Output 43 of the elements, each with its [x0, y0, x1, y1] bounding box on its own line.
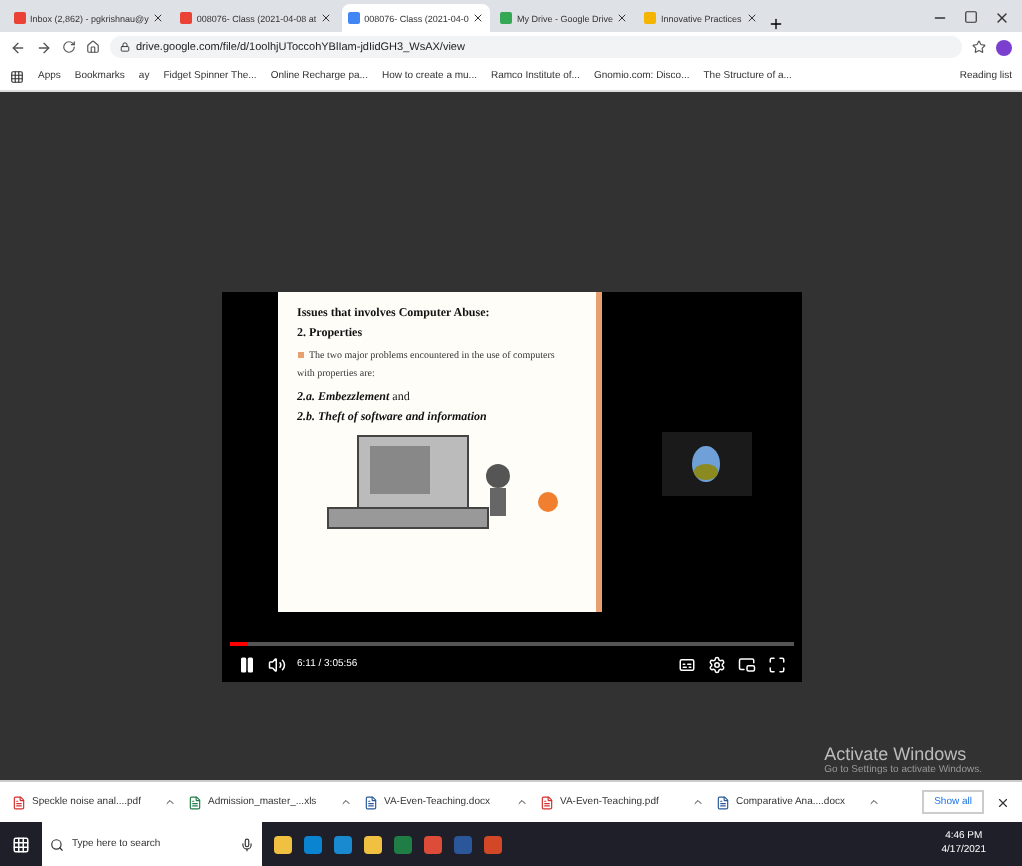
- file-icon: [188, 795, 202, 809]
- back-icon[interactable]: [10, 39, 26, 55]
- avatar-picture: [692, 446, 720, 482]
- profile-avatar[interactable]: [996, 39, 1012, 55]
- chevron-icon: [164, 796, 176, 808]
- chevron-icon: [340, 796, 352, 808]
- site-icon: [500, 12, 513, 24]
- chevron-icon: [868, 796, 880, 808]
- chevron-icon: [692, 796, 704, 808]
- forward-icon[interactable]: [36, 39, 52, 55]
- close-icon[interactable]: [616, 12, 629, 24]
- chevron-icon: [516, 796, 528, 808]
- file-icon: [540, 795, 554, 809]
- file-icon: [364, 795, 378, 809]
- search-icon: [50, 837, 64, 851]
- pause-icon[interactable]: [237, 655, 255, 673]
- close-icon[interactable]: [152, 12, 165, 24]
- mic-icon: [240, 837, 254, 851]
- star-icon[interactable]: [972, 40, 986, 54]
- captions-icon[interactable]: [677, 655, 695, 673]
- fullscreen-icon[interactable]: [767, 655, 785, 673]
- close-icon[interactable]: [472, 12, 485, 24]
- close-icon[interactable]: [994, 10, 1010, 26]
- volume-icon[interactable]: [267, 655, 285, 673]
- lock-icon: [120, 42, 130, 52]
- apps-icon[interactable]: [10, 69, 24, 83]
- miniplayer-icon[interactable]: [737, 655, 755, 673]
- reload-icon[interactable]: [62, 40, 76, 54]
- close-icon[interactable]: [745, 12, 758, 24]
- settings-icon[interactable]: [707, 655, 725, 673]
- close-icon[interactable]: [320, 12, 333, 24]
- start-icon[interactable]: [12, 835, 30, 853]
- new-tab-icon[interactable]: [767, 16, 784, 32]
- site-icon: [348, 12, 361, 24]
- file-icon: [12, 795, 26, 809]
- home-icon[interactable]: [86, 40, 100, 54]
- maximize-icon[interactable]: [964, 10, 978, 24]
- file-icon: [716, 795, 730, 809]
- site-icon: [180, 12, 193, 24]
- site-icon: [644, 12, 657, 24]
- activation-title: Activate Windows: [824, 744, 967, 764]
- close-icon[interactable]: [996, 795, 1010, 809]
- site-icon: [14, 12, 26, 24]
